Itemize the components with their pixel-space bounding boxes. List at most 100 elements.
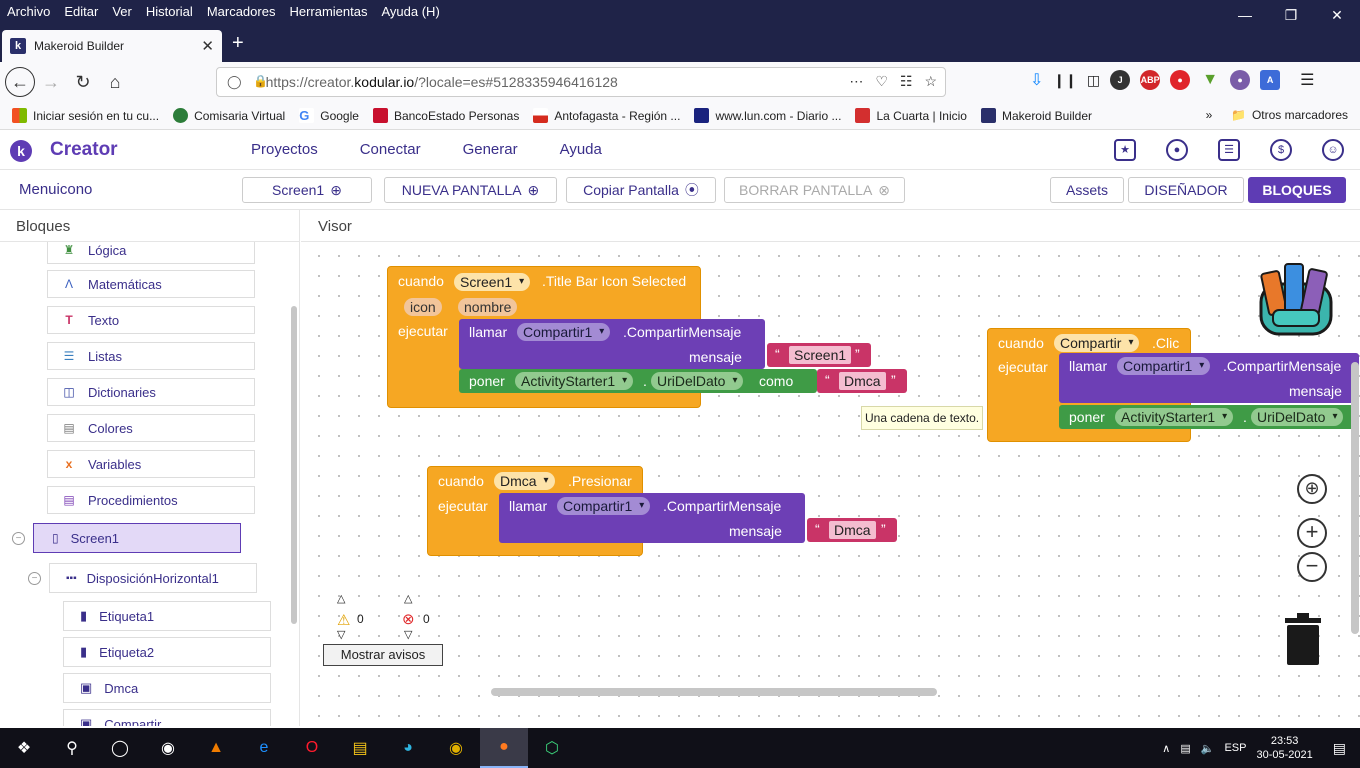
event-param[interactable]: icon (404, 298, 442, 316)
adblock-icon[interactable]: ABP (1140, 70, 1161, 90)
task-view-icon[interactable]: ◯ (96, 728, 144, 768)
library-icon[interactable]: ❙❙ (1053, 72, 1076, 89)
workspace-hscrollbar[interactable] (491, 688, 937, 696)
zoom-out-icon[interactable]: − (1297, 552, 1327, 582)
show-warnings-button[interactable]: Mostrar avisos (323, 644, 443, 666)
windows-start-icon[interactable]: ❖ (0, 728, 48, 768)
menu-herramientas[interactable]: Herramientas (282, 4, 374, 19)
account-icon[interactable]: ☺ (1322, 139, 1344, 161)
bookmark-star-icon[interactable]: ☆ (924, 73, 937, 90)
warning-up-arrow-icon[interactable]: △ (337, 592, 345, 605)
translate-icon[interactable]: ☷ (900, 73, 913, 90)
tree-item-label[interactable]: ▮ Etiqueta2 (63, 637, 271, 667)
tree-item-button[interactable]: ▣ Compartir (63, 709, 271, 726)
trash-icon[interactable] (1285, 612, 1321, 666)
text-value[interactable]: Dmca (829, 521, 876, 539)
screen-selector[interactable]: Screen1 ⊕ (242, 177, 372, 203)
browser-tab[interactable]: k Makeroid Builder ✕ (2, 30, 222, 62)
nav-proyectos[interactable]: Proyectos (251, 141, 318, 158)
menu-archivo[interactable]: Archivo (0, 4, 57, 19)
bookmark-item[interactable]: BancoEstado Personas (372, 108, 519, 123)
bookmark-item[interactable]: Antofagasta - Región ... (533, 108, 680, 123)
url-bar[interactable]: ◯ 🔒 https://creator.kodular.io/?locale=e… (216, 67, 946, 97)
component-dropdown[interactable]: Compartir1 (557, 497, 651, 515)
bookmark-item[interactable]: G Google (299, 108, 359, 123)
pocket-icon[interactable]: ♡ (875, 73, 888, 90)
property-dropdown[interactable]: UriDelDato (1251, 408, 1344, 426)
notifications-icon[interactable]: ▤ (1333, 740, 1346, 757)
builtin-variables[interactable]: x Variables (47, 450, 255, 478)
downloads-icon[interactable]: ⇩ (1030, 70, 1043, 90)
folder-star-icon[interactable]: ★ (1114, 139, 1136, 161)
workspace-vscrollbar[interactable] (1351, 362, 1359, 634)
builtin-math[interactable]: Λ Matemáticas (47, 270, 255, 298)
component-dropdown[interactable]: ActivityStarter1 (1115, 408, 1234, 426)
other-bookmarks[interactable]: » 📁 Otros marcadores (1206, 108, 1348, 122)
component-dropdown[interactable]: Compartir1 (1117, 357, 1211, 375)
hamburger-menu-icon[interactable]: ☰ (1300, 70, 1314, 90)
builtin-procedures[interactable]: ▤ Procedimientos (47, 486, 255, 514)
text-value[interactable]: Dmca (839, 372, 886, 390)
ublock-icon[interactable]: ● (1170, 70, 1191, 90)
vlc-icon[interactable]: ▲ (192, 728, 240, 768)
builtin-dictionaries[interactable]: ◫ Dictionaries (47, 378, 255, 406)
error-down-arrow-icon[interactable]: ▽ (404, 628, 412, 641)
chevron-up-icon[interactable]: ∧ (1162, 742, 1170, 755)
nav-ayuda[interactable]: Ayuda (560, 141, 602, 158)
left-panel-scrollbar[interactable] (291, 306, 297, 624)
builtin-colors[interactable]: ▤ Colores (47, 414, 255, 442)
text-block[interactable]: “ Screen1 ” (767, 343, 871, 367)
new-tab-icon[interactable]: + (232, 32, 244, 55)
close-tab-icon[interactable]: ✕ (201, 37, 214, 55)
dollar-icon[interactable]: $ (1270, 139, 1292, 161)
home-icon[interactable]: ⌂ (99, 66, 131, 98)
delete-screen-button[interactable]: BORRAR PANTALLA ⊗ (724, 177, 905, 203)
opera-icon[interactable]: O (288, 728, 336, 768)
forward-icon[interactable]: → (35, 66, 67, 98)
component-dropdown[interactable]: ActivityStarter1 (515, 372, 634, 390)
search-icon[interactable]: ⚲ (48, 728, 96, 768)
kodular-logo-icon[interactable]: k (10, 140, 32, 162)
copy-screen-button[interactable]: Copiar Pantalla ⦿ (566, 177, 716, 203)
menu-marcadores[interactable]: Marcadores (200, 4, 283, 19)
volume-icon[interactable]: 🔈 (1201, 742, 1215, 755)
bookmark-item[interactable]: La Cuarta | Inicio (855, 108, 967, 123)
ie-icon[interactable]: e (240, 728, 288, 768)
builtin-lists[interactable]: ☰ Listas (47, 342, 255, 370)
warning-down-arrow-icon[interactable]: ▽ (337, 628, 345, 641)
page-actions-icon[interactable]: ⋯ (849, 73, 863, 90)
language-indicator[interactable]: ESP (1224, 742, 1246, 754)
call-block[interactable]: llamar Compartir1 .CompartirMensaje mens… (499, 493, 805, 543)
property-dropdown[interactable]: UriDelDato (651, 372, 744, 390)
backpack-icon[interactable] (1251, 254, 1341, 340)
error-up-arrow-icon[interactable]: △ (404, 592, 412, 605)
reload-icon[interactable]: ↻ (67, 66, 99, 98)
menu-editar[interactable]: Editar (57, 4, 105, 19)
set-block[interactable]: poner ActivityStarter1 . UriDelDato (1059, 405, 1359, 429)
event-param[interactable]: nombre (458, 298, 518, 316)
zoom-in-icon[interactable]: + (1297, 518, 1327, 548)
new-screen-button[interactable]: NUEVA PANTALLA ⊕ (384, 177, 557, 203)
chevron-right-icon[interactable]: » (1206, 108, 1213, 122)
builtin-logic[interactable]: ♜ Lógica (47, 242, 255, 264)
back-icon[interactable]: ← (5, 67, 35, 97)
download-helper-icon[interactable]: ▼ (1200, 70, 1220, 90)
nav-conectar[interactable]: Conectar (360, 141, 421, 158)
call-block[interactable]: llamar Compartir1 .CompartirMensaje mens… (1059, 353, 1359, 403)
bookmark-item[interactable]: Makeroid Builder (980, 108, 1092, 123)
nox-icon[interactable]: ⬡ (528, 728, 576, 768)
nav-generar[interactable]: Generar (463, 141, 518, 158)
assets-button[interactable]: Assets (1050, 177, 1124, 203)
translator-icon[interactable]: A (1260, 70, 1281, 90)
builtin-text[interactable]: T Texto (47, 306, 255, 334)
component-dropdown[interactable]: Screen1 (454, 273, 531, 291)
tree-item-label[interactable]: ▮ Etiqueta1 (63, 601, 271, 631)
app-icon[interactable]: ◉ (144, 728, 192, 768)
menu-ver[interactable]: Ver (105, 4, 139, 19)
component-dropdown[interactable]: Compartir (1054, 334, 1140, 352)
collapse-icon[interactable]: − (28, 572, 41, 585)
text-block[interactable]: “ Dmca ” (807, 518, 897, 542)
extension-color-icon[interactable]: ● (1230, 70, 1251, 90)
set-block[interactable]: poner ActivityStarter1 . UriDelDato como (459, 369, 817, 393)
bookmark-item[interactable]: www.lun.com - Diario ... (694, 108, 841, 123)
